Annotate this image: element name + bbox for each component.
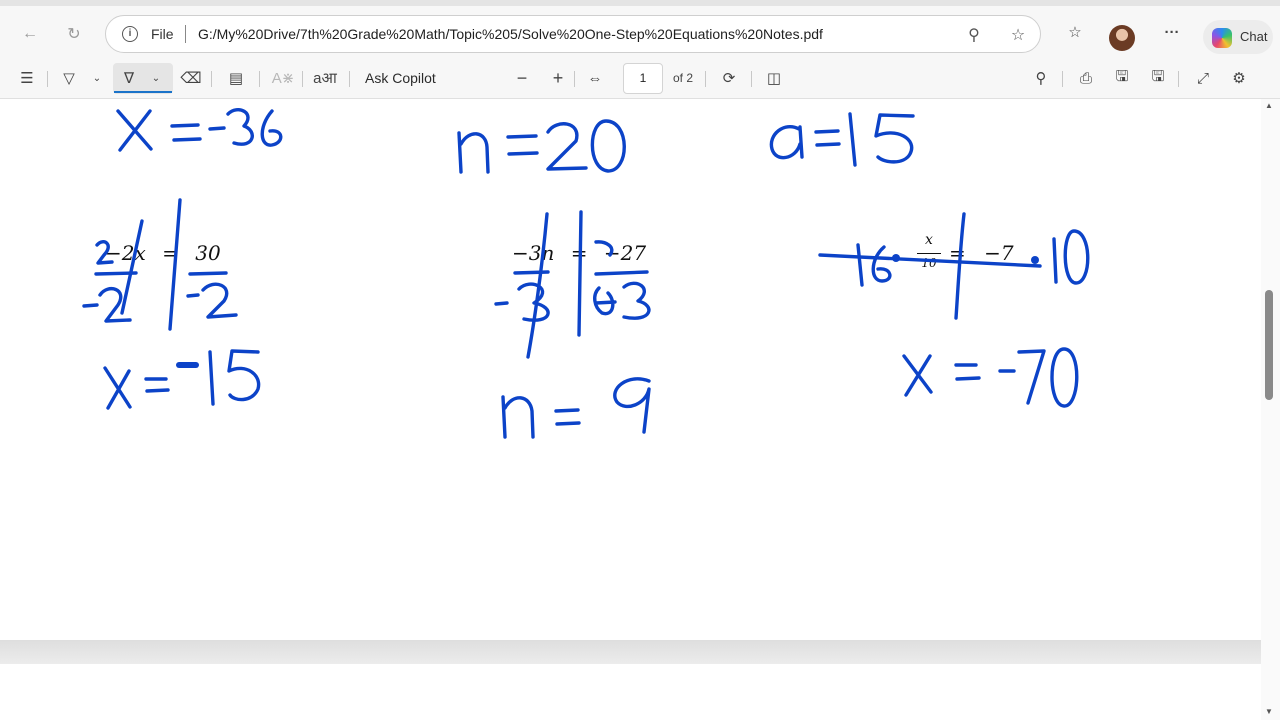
zoom-icon[interactable]: ⚲ [963,24,985,46]
handwritten-work-problem-3 [818,212,1090,408]
scroll-up-icon[interactable]: ▲ [1265,101,1273,110]
address-scheme-label: File [151,26,174,42]
fit-page-icon[interactable]: ⇔ [582,65,608,91]
back-arrow-icon[interactable]: ← [16,20,44,48]
copilot-chat-button[interactable]: Chat [1203,20,1273,54]
page-number-input[interactable]: 1 [623,63,663,94]
address-bar-row: ← ↻ i File G:/My%20Drive/7th%20Grade%20M… [0,6,1280,60]
scrollbar-thumb[interactable] [1265,290,1273,400]
favorite-star-icon[interactable]: ☆ [1007,24,1029,46]
refresh-icon[interactable]: ↻ [60,20,88,48]
translate-icon[interactable]: aआ [312,65,338,91]
fullscreen-icon[interactable]: ⤢ [1190,65,1216,91]
chevron-down-icon[interactable]: ⌄ [84,65,110,91]
chevron-down-icon[interactable]: ⌄ [143,65,169,91]
save-icon[interactable]: 🖫 [1109,65,1135,91]
erase-icon[interactable]: ⌫ [178,65,204,91]
toolbar-divider [1062,71,1063,87]
handwritten-answer-a-15 [769,112,915,167]
address-field[interactable]: i File G:/My%20Drive/7th%20Grade%20Math/… [105,15,1041,53]
toolbar-divider [751,71,752,87]
toolbar-divider [705,71,706,87]
scroll-down-icon[interactable]: ▼ [1265,707,1273,716]
toolbar-divider [47,71,48,87]
copilot-icon [1212,28,1232,48]
vertical-scrollbar[interactable] [1261,99,1280,720]
page-separator [0,640,1264,664]
site-info-icon[interactable]: i [122,26,138,42]
chat-label: Chat [1240,29,1268,44]
profile-avatar[interactable] [1109,25,1135,51]
zoom-out-icon[interactable]: − [509,65,535,91]
toolbar-divider [1178,71,1179,87]
handwritten-answer-x-neg36 [116,108,283,152]
favorites-list-icon[interactable]: ☆ [1062,19,1088,45]
toolbar-divider [211,71,212,87]
zoom-in-icon[interactable]: + [545,65,571,91]
highlight-icon[interactable]: ▽ [56,65,82,91]
search-icon[interactable]: ⚲ [1028,65,1054,91]
table-of-contents-icon[interactable]: ☰ [14,65,40,91]
toolbar-divider [259,71,260,87]
add-text-icon[interactable]: ▤ [223,65,249,91]
toolbar-divider [302,71,303,87]
rotate-icon[interactable]: ⟳ [716,65,742,91]
page-view-icon[interactable]: ◫ [761,65,787,91]
toolbar-divider [349,71,350,87]
handwritten-work-problem-1 [82,198,261,410]
text-to-speech-icon: A⋇ [271,70,295,87]
settings-icon[interactable]: ⚙ [1226,65,1252,91]
more-icon[interactable]: ··· [1159,19,1185,45]
pdf-page-1: −2x = 30 −3n = −27 x 10 = −7 [4,99,1261,640]
draw-tool-underline [114,91,172,93]
toolbar-divider [574,71,575,87]
url-text[interactable]: G:/My%20Drive/7th%20Grade%20Math/Topic%2… [198,26,823,42]
handwritten-work-problem-2 [494,210,651,439]
ask-copilot-button[interactable]: Ask Copilot [365,70,436,86]
print-icon[interactable]: ⎙ [1073,65,1099,91]
handwritten-answer-n-20 [457,119,626,174]
page-count-label: of 2 [673,71,694,85]
pdf-page-2 [4,664,1261,720]
handwriting-ink-layer [82,108,1090,439]
address-divider [185,25,186,43]
save-as-icon[interactable]: 🖫 [1145,65,1171,91]
pdf-toolbar: ☰ ▽ ⌄ ∇ ⌄ ⌫ ▤ A⋇ aआ Ask Copilot − + ⇔ 1 … [0,60,1280,99]
draw-icon[interactable]: ∇ [116,65,142,91]
